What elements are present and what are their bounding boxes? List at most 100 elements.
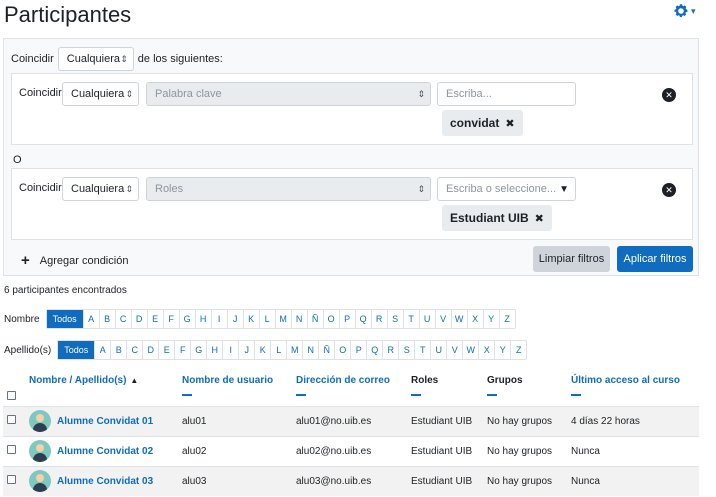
firstname-initial-letter[interactable]: S	[386, 310, 403, 328]
firstname-initial-letter[interactable]: L	[258, 310, 275, 328]
firstname-initial-letter[interactable]: Q	[354, 310, 371, 328]
firstname-initial-letter[interactable]: N	[290, 310, 307, 328]
firstname-initial-letter[interactable]: E	[146, 310, 163, 328]
lastname-initial-letter[interactable]: J	[238, 341, 254, 359]
row-checkbox[interactable]	[7, 475, 16, 485]
condition-type-select[interactable]: Palabra clave	[146, 82, 431, 106]
row-select-cell	[3, 435, 25, 466]
firstname-initial-letter[interactable]: A	[82, 310, 99, 328]
lastname-initial-letter[interactable]: X	[478, 341, 494, 359]
add-condition-button[interactable]: + Agregar condición	[21, 252, 128, 269]
lastname-initial-letter[interactable]: Ñ	[318, 341, 334, 359]
keyword-input[interactable]: Escriba...	[437, 82, 576, 106]
firstname-initial-letter[interactable]: C	[114, 310, 131, 328]
firstname-initial-letter[interactable]: T	[402, 310, 419, 328]
condition-match-select[interactable]: Cualquiera	[62, 177, 139, 201]
lastname-initial-letter[interactable]: G	[190, 341, 206, 359]
firstname-initial-letter[interactable]: F	[162, 310, 179, 328]
user-name-link[interactable]: Alumne Convidat 03	[57, 476, 153, 487]
firstname-initial-letter[interactable]: R	[370, 310, 387, 328]
lastname-initials-label: Apellido(s)	[4, 344, 52, 356]
match-select[interactable]: Cualquiera	[57, 47, 134, 71]
lastname-initial-letter[interactable]: W	[462, 341, 478, 359]
last-access-cell: Nunca	[567, 465, 699, 496]
row-checkbox[interactable]	[7, 415, 16, 424]
firstname-initial-letter[interactable]: G	[178, 310, 195, 328]
close-icon[interactable]: ✖	[535, 212, 544, 225]
lastname-initial-letter[interactable]: C	[126, 341, 142, 359]
firstname-initial-letter[interactable]: V	[434, 310, 451, 328]
sort-username-header[interactable]: Nombre de usuario	[178, 370, 292, 407]
lastname-initial-letter[interactable]: P	[350, 341, 366, 359]
role-cell[interactable]: Estudiant UIB	[407, 465, 483, 496]
lastname-initial-letter[interactable]: N	[302, 341, 318, 359]
lastname-initial-letter[interactable]: V	[446, 341, 462, 359]
lastname-initial-letter[interactable]: H	[206, 341, 222, 359]
firstname-initial-letter[interactable]: I	[210, 310, 227, 328]
lastname-initial-letter[interactable]: Z	[510, 341, 526, 359]
lastname-initial-letter[interactable]: T	[414, 341, 430, 359]
firstname-initial-letter[interactable]: X	[466, 310, 483, 328]
firstname-initial-letter[interactable]: M	[274, 310, 291, 328]
firstname-initial-letter[interactable]: B	[98, 310, 115, 328]
user-name-link[interactable]: Alumne Convidat 02	[57, 446, 153, 457]
dropdown-arrow-icon[interactable]: ▼	[559, 184, 569, 195]
apply-filters-button[interactable]: Aplicar filtros	[617, 246, 693, 272]
firstname-initial-letter[interactable]: D	[130, 310, 147, 328]
firstname-initial-letter[interactable]: J	[226, 310, 243, 328]
firstname-initial-letter[interactable]: Z	[498, 310, 515, 328]
firstname-initial-letter[interactable]: H	[194, 310, 211, 328]
roles-autocomplete-input[interactable]: Escriba o seleccione... ▼	[437, 177, 576, 201]
sort-last-access-header[interactable]: Último acceso al curso	[567, 370, 699, 407]
lastname-initial-letter[interactable]: Y	[494, 341, 510, 359]
row-checkbox[interactable]	[7, 445, 16, 454]
lastname-initial-letter[interactable]: F	[174, 341, 190, 359]
lastname-initial-letter[interactable]: L	[270, 341, 286, 359]
condition-label: Coincidir	[19, 87, 62, 99]
condition-match-select[interactable]: Cualquiera	[62, 82, 139, 106]
firstname-initial-letter[interactable]: W	[450, 310, 467, 328]
groups-cell[interactable]: No hay grupos	[483, 465, 567, 496]
sort-name-header[interactable]: Nombre / Apellido(s) ▲	[25, 370, 178, 407]
firstname-initial-letter[interactable]: P	[338, 310, 355, 328]
chevron-down-icon: ▾	[691, 5, 696, 16]
role-cell[interactable]: Estudiant UIB	[407, 435, 483, 466]
firstname-initial-all[interactable]: Todos	[46, 310, 83, 328]
filter-chip[interactable]: Estudiant UIB ✖	[442, 205, 552, 231]
lastname-initial-letter[interactable]: I	[222, 341, 238, 359]
filter-chip[interactable]: convidat ✖	[442, 110, 523, 136]
lastname-initial-all[interactable]: Todos	[58, 341, 95, 359]
lastname-initial-letter[interactable]: D	[142, 341, 158, 359]
firstname-initial-letter[interactable]: O	[322, 310, 339, 328]
groups-cell[interactable]: No hay grupos	[483, 405, 567, 436]
sort-email-header[interactable]: Dirección de correo	[292, 370, 407, 407]
firstname-initial-letter[interactable]: U	[418, 310, 435, 328]
lastname-initial-letter[interactable]: R	[382, 341, 398, 359]
lastname-initial-letter[interactable]: K	[254, 341, 270, 359]
lastname-initial-letter[interactable]: S	[398, 341, 414, 359]
lastname-initial-letter[interactable]: B	[110, 341, 126, 359]
firstname-initials-bar: Nombre Todos A B C D E F G H I J K L M N Ñ O P Q R S T U V W X Y Z	[4, 309, 516, 329]
settings-menu[interactable]: ▾	[673, 2, 703, 20]
lastname-initial-letter[interactable]: M	[286, 341, 302, 359]
remove-condition-icon[interactable]: ✕	[662, 183, 676, 197]
row-select-cell	[3, 465, 25, 496]
row-select-cell	[3, 405, 25, 436]
lastname-initial-letter[interactable]: O	[334, 341, 350, 359]
lastname-initial-letter[interactable]: U	[430, 341, 446, 359]
close-icon[interactable]: ✖	[505, 117, 514, 130]
lastname-initial-letter[interactable]: Q	[366, 341, 382, 359]
role-cell[interactable]: Estudiant UIB	[407, 405, 483, 436]
groups-cell[interactable]: No hay grupos	[483, 435, 567, 466]
user-name-link[interactable]: Alumne Convidat 01	[57, 416, 153, 427]
firstname-initial-letter[interactable]: Y	[482, 310, 499, 328]
clear-filters-button[interactable]: Limpiar filtros	[533, 246, 610, 272]
lastname-initial-letter[interactable]: A	[94, 341, 110, 359]
email-cell: alu01@no.uib.es	[292, 405, 407, 436]
select-all-checkbox[interactable]	[7, 391, 16, 400]
firstname-initial-letter[interactable]: K	[242, 310, 259, 328]
firstname-initial-letter[interactable]: Ñ	[306, 310, 323, 328]
condition-type-select[interactable]: Roles	[146, 177, 431, 201]
remove-condition-icon[interactable]: ✕	[662, 88, 676, 102]
lastname-initial-letter[interactable]: E	[158, 341, 174, 359]
